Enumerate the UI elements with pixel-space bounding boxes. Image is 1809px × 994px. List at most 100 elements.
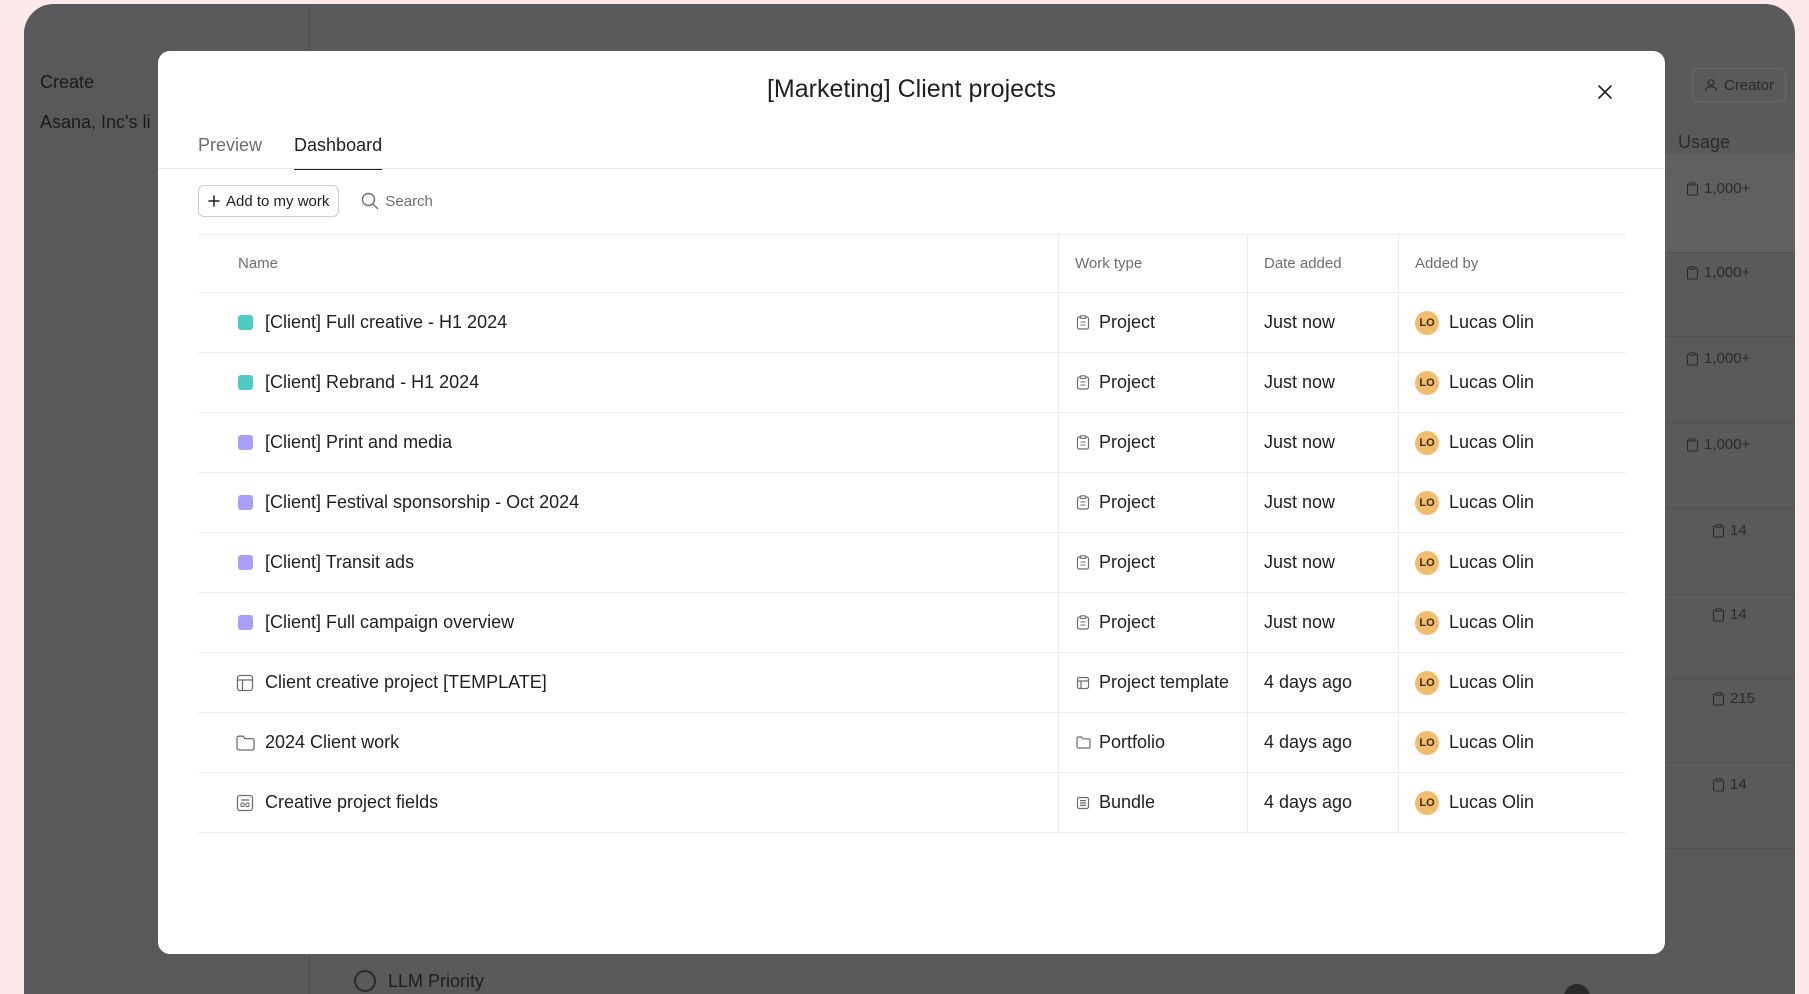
table-row[interactable]: [Client] Festival sponsorship - Oct 2024… (198, 473, 1626, 533)
table-row[interactable]: [Client] Transit ads Project Just now LO Luc… (198, 533, 1626, 593)
background-avatar (1564, 984, 1590, 994)
background-usage-row: 1,000+ (1664, 238, 1795, 337)
clipboard-icon (1686, 351, 1699, 366)
work-type-cell: Bundle (1058, 773, 1247, 832)
clipboard-icon (1075, 495, 1091, 511)
name-cell[interactable]: [Client] Print and media (198, 413, 1058, 472)
table-row[interactable]: Client creative project [TEMPLATE] Projec… (198, 653, 1626, 713)
avatar[interactable]: LO (1415, 610, 1439, 635)
avatar[interactable]: LO (1415, 490, 1439, 515)
background-bottom-item: LLM Priority (354, 970, 484, 992)
name-cell[interactable]: Creative project fields (198, 773, 1058, 832)
date-added-cell: Just now (1247, 293, 1398, 352)
project-color-icon (238, 315, 253, 330)
background-usage-value: 14 (1712, 522, 1747, 539)
background-usage-row: 14 (1664, 750, 1795, 849)
clipboard-icon (1712, 691, 1725, 706)
background-usage-text: 1,000+ (1704, 180, 1751, 197)
background-usage-row: 215 (1664, 664, 1795, 763)
name-cell[interactable]: [Client] Full campaign overview (198, 593, 1058, 652)
work-type-label: Project (1099, 312, 1156, 332)
avatar[interactable]: LO (1415, 430, 1439, 455)
add-to-my-work-button[interactable]: Add to my work (198, 185, 340, 217)
column-header-date-added[interactable]: Date added (1247, 235, 1398, 292)
tab-preview[interactable]: Preview (198, 135, 262, 170)
clipboard-icon (1686, 265, 1699, 280)
project-color-icon (238, 555, 253, 570)
person-icon (1704, 79, 1718, 92)
avatar[interactable]: LO (1415, 310, 1439, 335)
dashboard-toolbar: Add to my work Search (198, 185, 433, 217)
search-label: Search (385, 192, 433, 210)
background-usage-value: 215 (1712, 690, 1755, 707)
bundle-icon (1075, 795, 1091, 811)
avatar[interactable]: LO (1415, 790, 1439, 815)
project-color-icon (238, 375, 253, 390)
work-type-cell: Project (1058, 353, 1247, 412)
item-name: [Client] Rebrand - H1 2024 (265, 372, 480, 392)
added-by-name: Lucas Olin (1449, 792, 1535, 812)
date-added-cell: Just now (1247, 353, 1398, 412)
avatar[interactable]: LO (1415, 730, 1439, 755)
background-usage-text: 1,000+ (1704, 350, 1751, 367)
tab-dashboard[interactable]: Dashboard (294, 135, 383, 170)
table-row[interactable]: 2024 Client work Portfolio 4 days ago LO Luc… (198, 713, 1626, 773)
background-usage-value: 1,000+ (1686, 436, 1750, 453)
template-icon (1075, 675, 1091, 691)
column-header-name[interactable]: Name (198, 235, 1058, 292)
work-type-cell: Project (1058, 413, 1247, 472)
clipboard-icon (1712, 607, 1725, 622)
added-by-name: Lucas Olin (1449, 552, 1535, 572)
project-color-icon (238, 615, 253, 630)
clipboard-icon (1686, 181, 1699, 196)
dashboard-table: Name Work type Date added Added by [Clie… (198, 234, 1626, 833)
table-row[interactable]: [Client] Rebrand - H1 2024 Project Just no… (198, 353, 1626, 413)
clipboard-icon (1075, 435, 1091, 451)
clipboard-icon (1686, 437, 1699, 452)
name-cell[interactable]: [Client] Transit ads (198, 533, 1058, 592)
added-by-cell: LO Lucas Olin (1398, 773, 1626, 832)
background-sidebar-create: Create (40, 72, 95, 92)
item-name: [Client] Transit ads (265, 552, 415, 572)
close-button[interactable] (1588, 75, 1622, 109)
added-by-cell: LO Lucas Olin (1398, 293, 1626, 352)
name-cell[interactable]: [Client] Festival sponsorship - Oct 2024 (198, 473, 1058, 532)
column-header-added-by[interactable]: Added by (1398, 235, 1626, 292)
background-bottom-label: LLM Priority (388, 970, 485, 991)
table-row[interactable]: [Client] Print and media Project Just now L… (198, 413, 1626, 473)
date-added-cell: Just now (1247, 533, 1398, 592)
added-by-cell: LO Lucas Olin (1398, 533, 1626, 592)
clipboard-icon (1712, 523, 1725, 538)
added-by-name: Lucas Olin (1449, 732, 1535, 752)
work-type-label: Project (1099, 372, 1156, 392)
check-circle-icon (354, 970, 376, 992)
added-by-cell: LO Lucas Olin (1398, 593, 1626, 652)
table-row[interactable]: [Client] Full creative - H1 2024 Project J… (198, 293, 1626, 353)
search-button[interactable]: Search (361, 192, 433, 210)
table-row[interactable]: Creative project fields Bundle 4 days ago L… (198, 773, 1626, 833)
added-by-cell: LO Lucas Olin (1398, 353, 1626, 412)
table-row[interactable]: [Client] Full campaign overview Project Ju… (198, 593, 1626, 653)
dialog-tabs: Preview Dashboard (198, 135, 383, 170)
avatar[interactable]: LO (1415, 670, 1439, 695)
background-usage-row: 1,000+ (1664, 410, 1795, 509)
column-header-work-type[interactable]: Work type (1058, 235, 1247, 292)
clipboard-icon (1075, 615, 1091, 631)
background-usage-text: 14 (1730, 606, 1747, 623)
background-usage-value: 14 (1712, 776, 1747, 793)
work-type-label: Project (1099, 492, 1156, 512)
background-usage-row: 1,000+ (1664, 324, 1795, 423)
item-name: [Client] Print and media (265, 432, 453, 452)
name-cell[interactable]: [Client] Full creative - H1 2024 (198, 293, 1058, 352)
name-cell[interactable]: [Client] Rebrand - H1 2024 (198, 353, 1058, 412)
background-usage-value: 14 (1712, 606, 1747, 623)
name-cell[interactable]: 2024 Client work (198, 713, 1058, 772)
template-icon (235, 673, 255, 693)
avatar[interactable]: LO (1415, 550, 1439, 575)
name-cell[interactable]: Client creative project [TEMPLATE] (198, 653, 1058, 712)
background-usage-text: 215 (1730, 690, 1756, 707)
work-type-cell: Project (1058, 473, 1247, 532)
project-color-icon (238, 495, 253, 510)
avatar[interactable]: LO (1415, 370, 1439, 395)
work-type-cell: Project (1058, 593, 1247, 652)
